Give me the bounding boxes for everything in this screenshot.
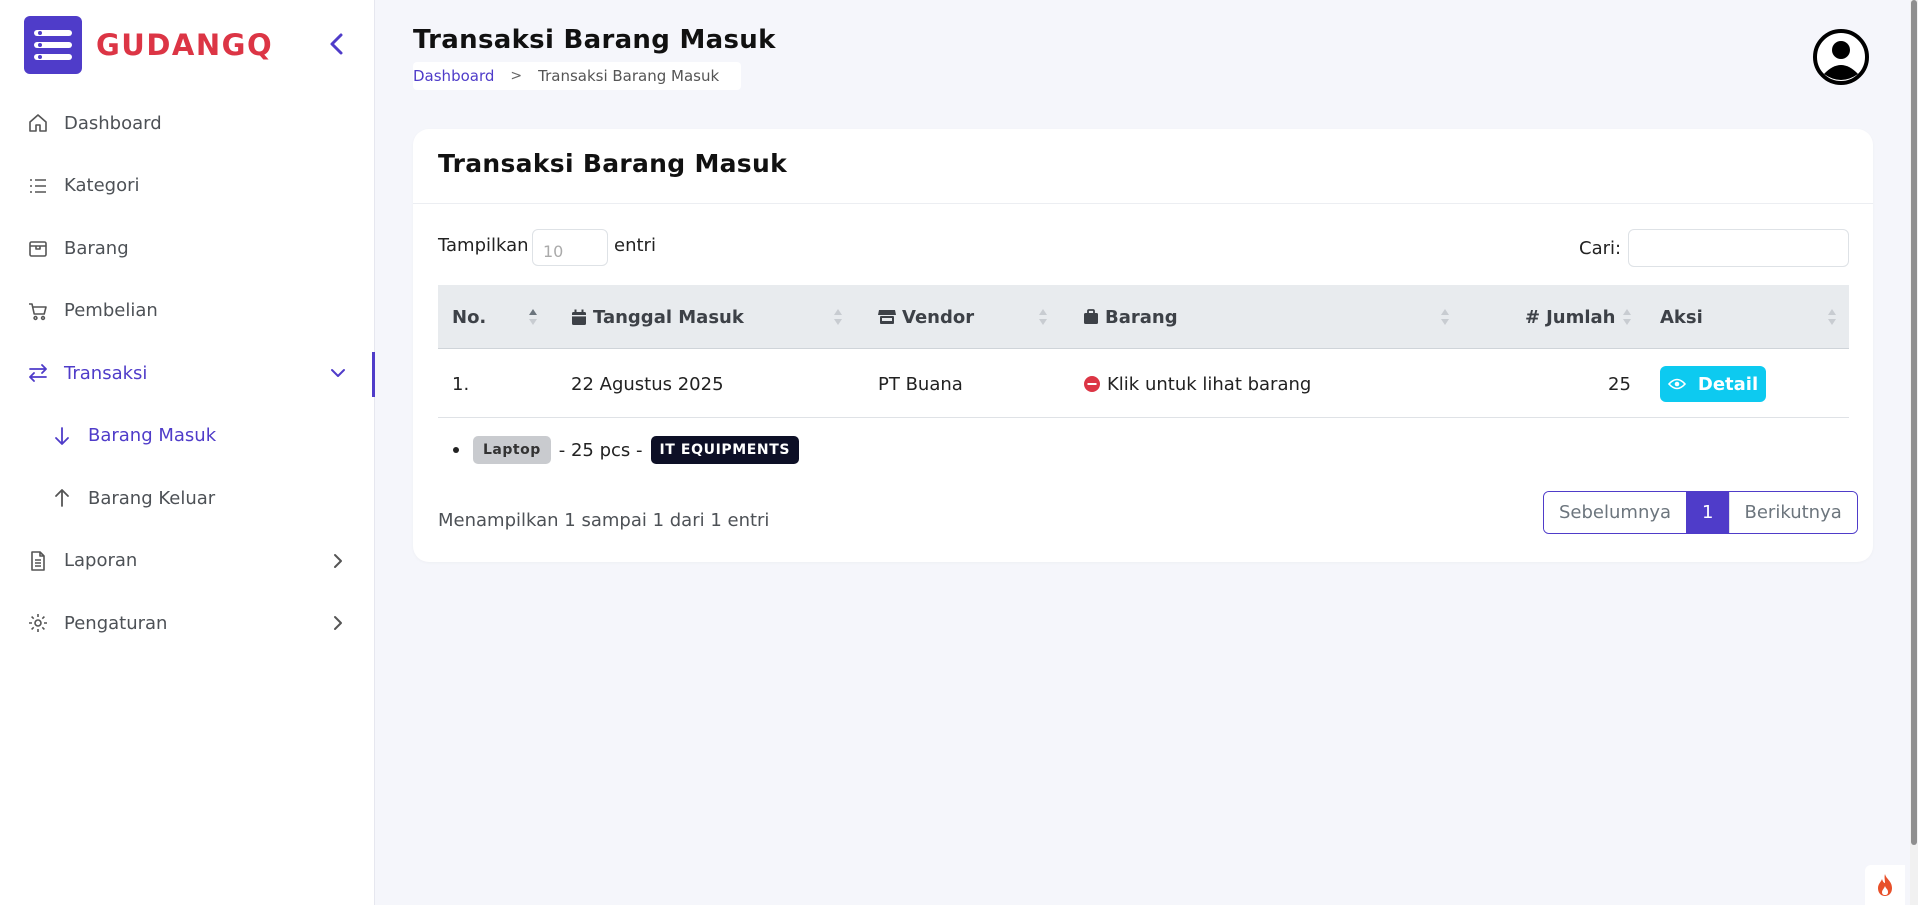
briefcase-icon <box>1083 309 1099 325</box>
pagination-next[interactable]: Berikutnya <box>1728 492 1857 533</box>
brand-name: GUDANGQ <box>96 28 274 62</box>
arrow-down-icon <box>50 424 74 448</box>
table-header: No. Tanggal Masuk Vendor Barang # Jumlah… <box>438 285 1849 349</box>
sort-icon <box>1039 309 1047 325</box>
column-header-vendor[interactable]: Vendor <box>878 285 974 349</box>
sidebar-item-transaksi[interactable]: Transaksi <box>0 342 375 405</box>
cell-vendor: PT Buana <box>878 374 963 395</box>
sort-icon <box>1623 309 1631 325</box>
cell-barang-label: Klik untuk lihat barang <box>1107 374 1312 395</box>
item-quantity: - 25 pcs - <box>558 439 643 461</box>
sidebar-item-label: Barang Keluar <box>88 487 216 509</box>
sidebar-item-label: Pengaturan <box>64 612 168 634</box>
store-icon <box>878 309 896 325</box>
gear-icon <box>26 611 50 635</box>
transactions-card: Transaksi Barang Masuk Tampilkan 10 entr… <box>413 129 1873 562</box>
sidebar-item-laporan[interactable]: Laporan <box>0 530 375 593</box>
sidebar-item-label: Dashboard <box>64 112 162 134</box>
cell-barang-toggle[interactable]: Klik untuk lihat barang <box>1083 374 1311 395</box>
sidebar-item-barang-keluar[interactable]: Barang Keluar <box>0 467 375 530</box>
sidebar-item-label: Kategori <box>64 175 140 197</box>
length-suffix: entri <box>614 235 656 256</box>
calendar-icon <box>571 309 587 326</box>
detail-button[interactable]: Detail <box>1660 366 1766 402</box>
box-icon <box>26 236 50 260</box>
cell-jumlah: 25 <box>1608 374 1631 395</box>
column-header-no[interactable]: No. <box>452 285 486 349</box>
table-row: 1. 22 Agustus 2025 PT Buana Klik untuk l… <box>438 350 1849 418</box>
search-label: Cari: <box>1579 238 1622 259</box>
sidebar-item-label: Barang Masuk <box>88 425 217 447</box>
column-label: Jumlah <box>1546 306 1616 328</box>
chevron-down-icon <box>328 362 348 384</box>
column-label: Tanggal Masuk <box>593 306 744 328</box>
sidebar-item-label: Laporan <box>64 550 138 572</box>
column-header-jumlah[interactable]: # Jumlah <box>1525 285 1616 349</box>
column-header-tanggal[interactable]: Tanggal Masuk <box>571 285 744 349</box>
pagination-page-1[interactable]: 1 <box>1687 492 1729 533</box>
hash-icon: # <box>1525 306 1541 328</box>
child-item-list: Laptop - 25 pcs - IT EQUIPMENTS <box>453 436 800 464</box>
eye-icon <box>1667 378 1686 390</box>
sidebar-item-label: Pembelian <box>64 300 158 322</box>
length-label: Tampilkan <box>438 235 529 256</box>
pagination-previous[interactable]: Sebelumnya <box>1544 492 1688 533</box>
sidebar: GUDANGQ Dashboard Kategori Barang Pembel… <box>0 0 375 905</box>
cell-tanggal: 22 Agustus 2025 <box>571 374 724 395</box>
sidebar-item-dashboard[interactable]: Dashboard <box>0 92 375 155</box>
sidebar-item-pembelian[interactable]: Pembelian <box>0 280 375 343</box>
column-label: Barang <box>1105 306 1178 328</box>
logo-icon <box>24 16 82 74</box>
pagination: Sebelumnya 1 Berikutnya <box>1543 491 1858 534</box>
sidebar-item-kategori[interactable]: Kategori <box>0 155 375 218</box>
document-icon <box>26 549 50 573</box>
card-divider <box>413 203 1873 204</box>
sidebar-item-barang-masuk[interactable]: Barang Masuk <box>0 405 375 468</box>
sidebar-item-pengaturan[interactable]: Pengaturan <box>0 592 375 655</box>
arrow-up-icon <box>50 486 74 510</box>
sidebar-item-label: Barang <box>64 237 129 259</box>
entries-per-page-select[interactable]: 10 <box>532 229 608 266</box>
transfer-icon <box>26 361 50 385</box>
cell-no: 1. <box>452 374 470 395</box>
chevron-right-icon <box>328 612 348 634</box>
sidebar-nav: Dashboard Kategori Barang Pembelian Tran… <box>0 92 375 655</box>
breadcrumb-link-dashboard[interactable]: Dashboard <box>413 67 494 85</box>
collapse-minus-icon <box>1083 375 1101 393</box>
cart-icon <box>26 299 50 323</box>
user-avatar-icon[interactable] <box>1812 28 1870 86</box>
sidebar-collapse-icon[interactable] <box>326 30 348 58</box>
column-header-aksi[interactable]: Aksi <box>1660 285 1703 349</box>
item-category-badge: IT EQUIPMENTS <box>650 436 800 464</box>
list-icon <box>26 174 50 198</box>
sidebar-item-label: Transaksi <box>64 362 148 384</box>
column-header-barang[interactable]: Barang <box>1083 285 1178 349</box>
table-info: Menampilkan 1 sampai 1 dari 1 entri <box>438 510 770 531</box>
brand[interactable]: GUDANGQ <box>24 16 273 74</box>
breadcrumb-current: Transaksi Barang Masuk <box>538 67 720 85</box>
sort-icon <box>834 309 842 325</box>
sidebar-item-barang[interactable]: Barang <box>0 217 375 280</box>
sort-icon <box>1441 309 1449 325</box>
chevron-right-icon <box>328 550 348 572</box>
page-scrollbar[interactable] <box>1910 0 1918 905</box>
item-name-badge: Laptop <box>473 436 551 464</box>
breadcrumb-separator: > <box>510 68 523 84</box>
card-title: Transaksi Barang Masuk <box>438 149 788 178</box>
page-title: Transaksi Barang Masuk <box>413 25 776 55</box>
sort-asc-icon <box>529 309 537 325</box>
home-icon <box>26 111 50 135</box>
column-label: Vendor <box>902 306 975 328</box>
column-label: No. <box>452 306 487 328</box>
search-input[interactable] <box>1628 229 1849 267</box>
detail-button-label: Detail <box>1697 373 1759 395</box>
sort-icon <box>1828 309 1836 325</box>
breadcrumb: Dashboard > Transaksi Barang Masuk <box>413 62 742 90</box>
column-label: Aksi <box>1660 306 1703 328</box>
bullet <box>453 447 459 453</box>
scrollbar-thumb[interactable] <box>1911 0 1917 845</box>
flame-icon[interactable] <box>1865 865 1905 905</box>
